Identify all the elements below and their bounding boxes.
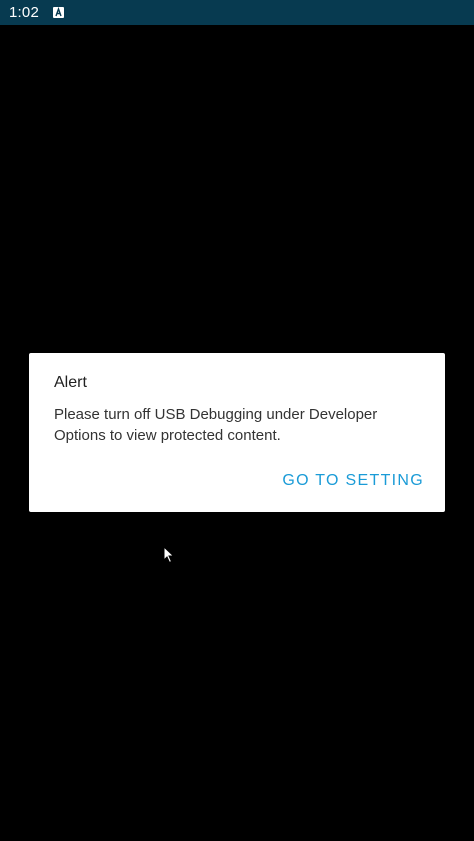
dialog-title: Alert [54, 374, 87, 391]
mouse-pointer-icon [163, 545, 175, 564]
dialog-message: Please turn off USB Debugging under Deve… [54, 406, 378, 444]
a-letter-box-icon [53, 7, 64, 18]
go-to-setting-button[interactable]: GO TO SETTING [282, 472, 424, 490]
status-bar: 1:02 [0, 0, 474, 25]
alert-dialog: Alert Please turn off USB Debugging unde… [29, 353, 445, 512]
status-time: 1:02 [9, 4, 39, 21]
